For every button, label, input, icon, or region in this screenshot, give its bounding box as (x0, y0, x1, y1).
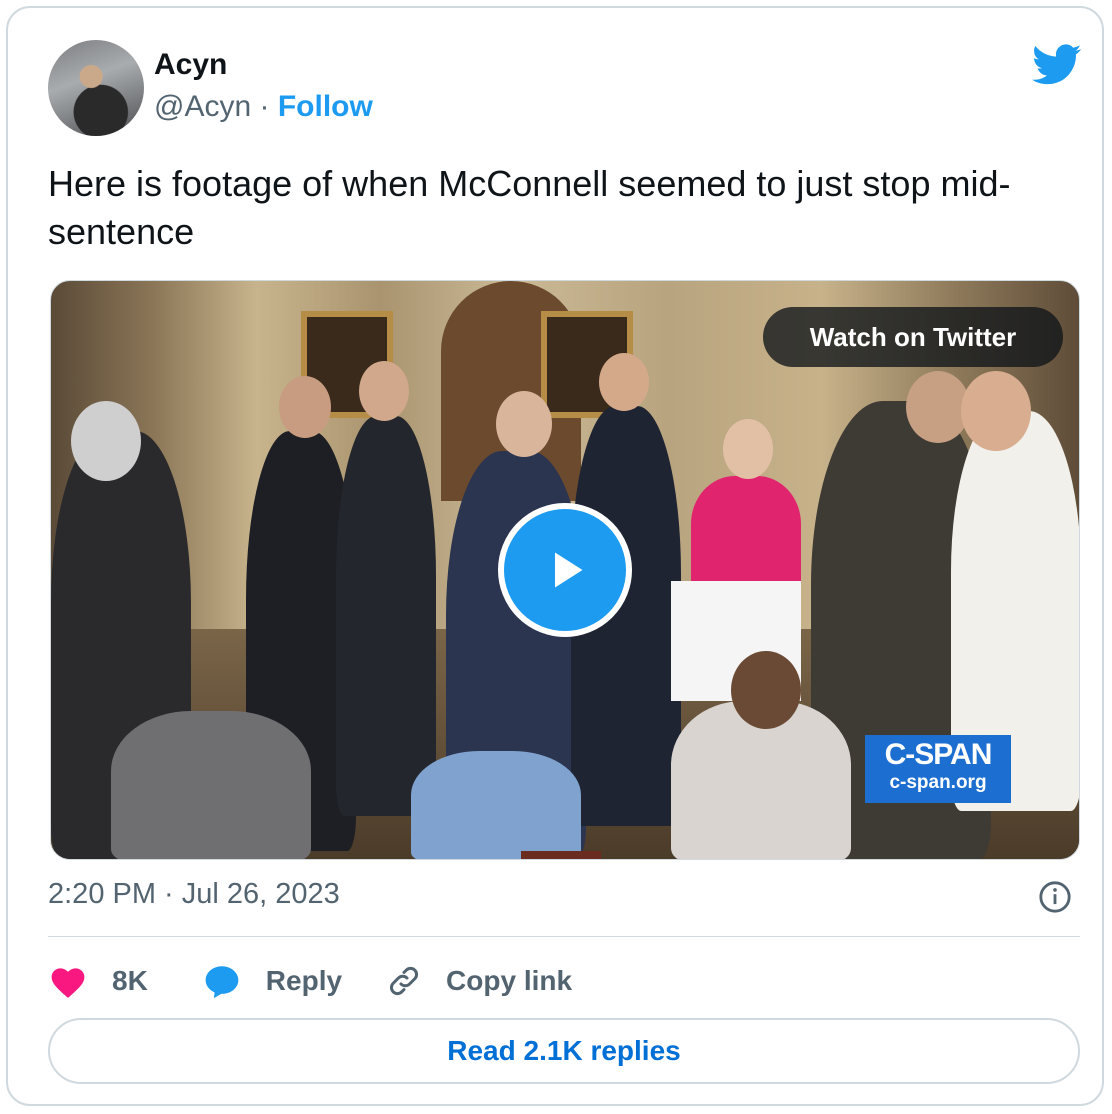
author-name[interactable]: Acyn (154, 48, 227, 82)
tweet-text: Here is footage of when McConnell seemed… (48, 163, 1011, 252)
video-player[interactable]: Watch on Twitter C-SPAN c-span.org (50, 280, 1080, 860)
cspan-watermark: C-SPAN c-span.org (865, 735, 1011, 803)
tweet-card: Acyn @Acyn · Follow Here is footage of w… (6, 6, 1104, 1106)
watermark-url: c-span.org (889, 772, 987, 793)
play-button[interactable] (498, 503, 632, 637)
heart-icon (51, 968, 85, 998)
follow-button[interactable]: Follow (278, 90, 373, 123)
copy-link-label: Copy link (446, 965, 573, 996)
reply-icon (205, 966, 239, 999)
like-button[interactable]: 8K (48, 963, 148, 999)
handle-row: @Acyn · Follow (154, 90, 373, 124)
action-bar: 8K Reply Copy link (48, 956, 572, 1006)
twitter-bird-icon[interactable] (1032, 44, 1082, 86)
avatar[interactable] (48, 40, 144, 136)
author-handle[interactable]: @Acyn (154, 90, 251, 123)
reply-label: Reply (265, 965, 343, 996)
watch-on-twitter-button[interactable]: Watch on Twitter (763, 307, 1063, 367)
play-icon (555, 552, 583, 588)
link-icon (390, 967, 419, 995)
tweet-timestamp[interactable]: 2:20 PM · Jul 26, 2023 (48, 878, 340, 911)
watermark-title: C-SPAN (884, 738, 993, 771)
read-replies-button[interactable]: Read 2.1K replies (48, 1018, 1080, 1084)
divider (48, 936, 1080, 937)
info-icon[interactable] (1038, 880, 1072, 914)
like-count: 8K (112, 965, 148, 996)
reply-button[interactable]: Reply (202, 963, 342, 999)
copy-link-button[interactable]: Copy link (386, 963, 572, 999)
separator: · (259, 90, 270, 123)
